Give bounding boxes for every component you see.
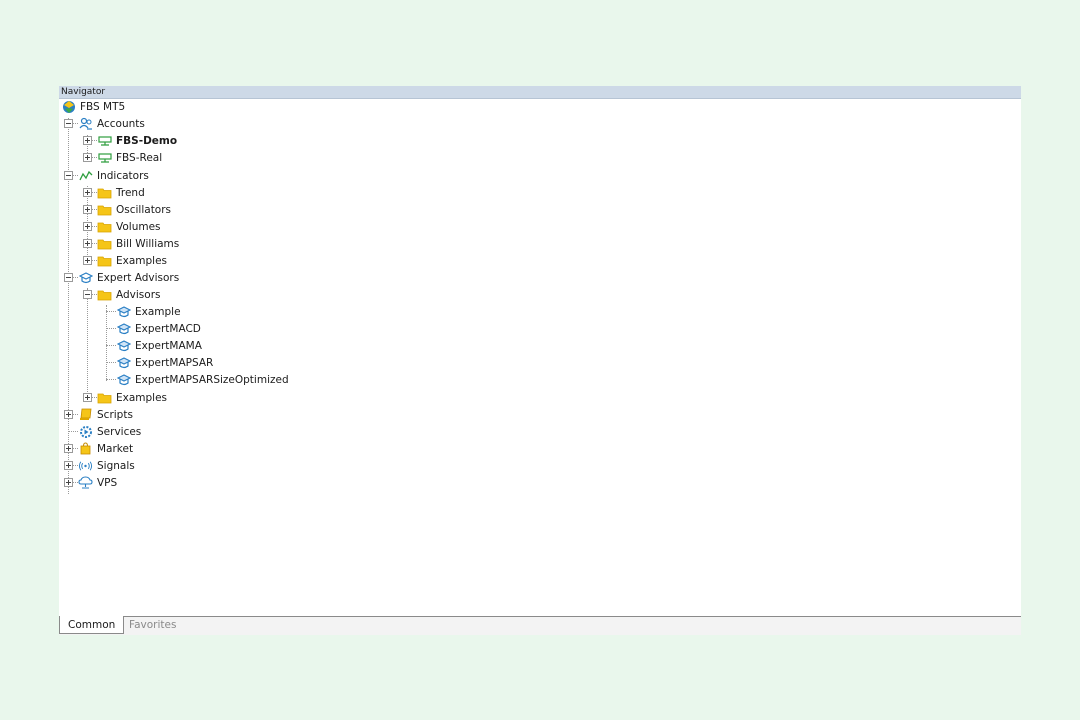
tree-line — [106, 311, 116, 312]
account-server-icon — [97, 134, 112, 148]
tree-node-indicators[interactable]: Indicators — [78, 167, 149, 184]
folder-item[interactable]: Examples — [97, 252, 167, 269]
expand-toggle[interactable] — [83, 222, 92, 231]
vps-cloud-icon — [78, 476, 93, 490]
account-label: FBS-Demo — [116, 134, 178, 147]
expand-toggle[interactable] — [83, 256, 92, 265]
expert-advisors-label: Expert Advisors — [97, 271, 180, 284]
expand-toggle[interactable] — [83, 205, 92, 214]
folder-label: Oscillators — [116, 203, 172, 216]
account-item[interactable]: FBS-Real — [97, 149, 162, 166]
advisor-label: Example — [135, 305, 181, 318]
advisor-label: ExpertMAPSARSizeOptimized — [135, 373, 289, 386]
vps-label: VPS — [97, 476, 118, 489]
script-scroll-icon — [78, 408, 93, 422]
folder-item[interactable]: Bill Williams — [97, 235, 179, 252]
tree-node-signals[interactable]: Signals — [78, 457, 135, 474]
tree-line — [106, 345, 116, 346]
market-label: Market — [97, 442, 134, 455]
expert-advisor-icon — [116, 356, 131, 370]
tree-line — [68, 431, 78, 432]
tree-node-services[interactable]: Services — [78, 423, 141, 440]
advisor-item[interactable]: ExpertMACD — [116, 320, 201, 337]
folder-icon — [97, 203, 112, 217]
expand-toggle[interactable] — [83, 153, 92, 162]
indicators-label: Indicators — [97, 169, 149, 182]
accounts-label: Accounts — [97, 117, 145, 130]
scripts-label: Scripts — [97, 408, 133, 421]
folder-item[interactable]: Oscillators — [97, 201, 171, 218]
advisor-item[interactable]: Example — [116, 303, 181, 320]
mt5-logo-icon — [61, 100, 76, 114]
folder-label: Trend — [116, 186, 145, 199]
folder-label: Advisors — [116, 288, 161, 301]
folder-icon — [97, 220, 112, 234]
expert-advisor-icon — [78, 271, 93, 285]
signals-broadcast-icon — [78, 459, 93, 473]
services-gear-icon — [78, 425, 93, 439]
expand-toggle[interactable] — [83, 393, 92, 402]
expert-advisor-icon — [116, 305, 131, 319]
expand-toggle[interactable] — [64, 410, 73, 419]
navigator-tree: FBS MT5 Accounts FBS-Demo FBS-Real Indic… — [59, 98, 1021, 616]
expand-toggle[interactable] — [64, 478, 73, 487]
tab-common[interactable]: Common — [59, 616, 125, 634]
market-bag-icon — [78, 442, 93, 456]
advisor-label: ExpertMAPSAR — [135, 356, 214, 369]
advisor-label: ExpertMAMA — [135, 339, 202, 352]
folder-item-advisors[interactable]: Advisors — [97, 286, 160, 303]
collapse-toggle[interactable] — [83, 290, 92, 299]
signals-label: Signals — [97, 459, 135, 472]
tree-node-market[interactable]: Market — [78, 440, 133, 457]
expert-advisor-icon — [116, 373, 131, 387]
tree-root[interactable]: FBS MT5 — [61, 98, 125, 115]
tree-node-vps[interactable]: VPS — [78, 474, 117, 491]
tree-node-accounts[interactable]: Accounts — [78, 115, 145, 132]
services-label: Services — [97, 425, 142, 438]
tree-line — [106, 328, 116, 329]
folder-icon — [97, 254, 112, 268]
accounts-icon — [78, 117, 93, 131]
tree-line — [106, 379, 116, 380]
folder-icon — [97, 237, 112, 251]
navigator-tabs: Common Favorites — [59, 616, 1021, 635]
folder-label: Volumes — [116, 220, 161, 233]
navigator-panel: Navigator FBS MT5 Accounts FBS-Demo FBS-… — [59, 86, 1021, 635]
collapse-toggle[interactable] — [64, 171, 73, 180]
tree-line — [87, 288, 88, 398]
folder-icon — [97, 186, 112, 200]
collapse-toggle[interactable] — [64, 119, 73, 128]
expand-toggle[interactable] — [83, 188, 92, 197]
folder-item[interactable]: Examples — [97, 389, 167, 406]
tree-root-label: FBS MT5 — [80, 100, 126, 113]
expert-advisor-icon — [116, 322, 131, 336]
account-label: FBS-Real — [116, 151, 163, 164]
tree-node-scripts[interactable]: Scripts — [78, 406, 133, 423]
advisor-item[interactable]: ExpertMAPSAR — [116, 354, 213, 371]
account-server-icon — [97, 151, 112, 165]
advisor-label: ExpertMACD — [135, 322, 201, 335]
advisor-item[interactable]: ExpertMAMA — [116, 337, 202, 354]
tree-line — [106, 305, 107, 381]
tree-line — [106, 362, 116, 363]
folder-icon — [97, 391, 112, 405]
tree-node-expert-advisors[interactable]: Expert Advisors — [78, 269, 179, 286]
advisor-item[interactable]: ExpertMAPSARSizeOptimized — [116, 371, 289, 388]
folder-item[interactable]: Volumes — [97, 218, 161, 235]
collapse-toggle[interactable] — [64, 273, 73, 282]
expand-toggle[interactable] — [83, 136, 92, 145]
folder-label: Bill Williams — [116, 237, 180, 250]
folder-label: Examples — [116, 391, 168, 404]
account-item[interactable]: FBS-Demo — [97, 132, 177, 149]
expand-toggle[interactable] — [64, 444, 73, 453]
expert-advisor-icon — [116, 339, 131, 353]
expand-toggle[interactable] — [64, 461, 73, 470]
folder-item[interactable]: Trend — [97, 184, 145, 201]
indicators-icon — [78, 169, 93, 183]
expand-toggle[interactable] — [83, 239, 92, 248]
folder-icon — [97, 288, 112, 302]
tab-favorites[interactable]: Favorites — [121, 616, 184, 634]
folder-label: Examples — [116, 254, 168, 267]
